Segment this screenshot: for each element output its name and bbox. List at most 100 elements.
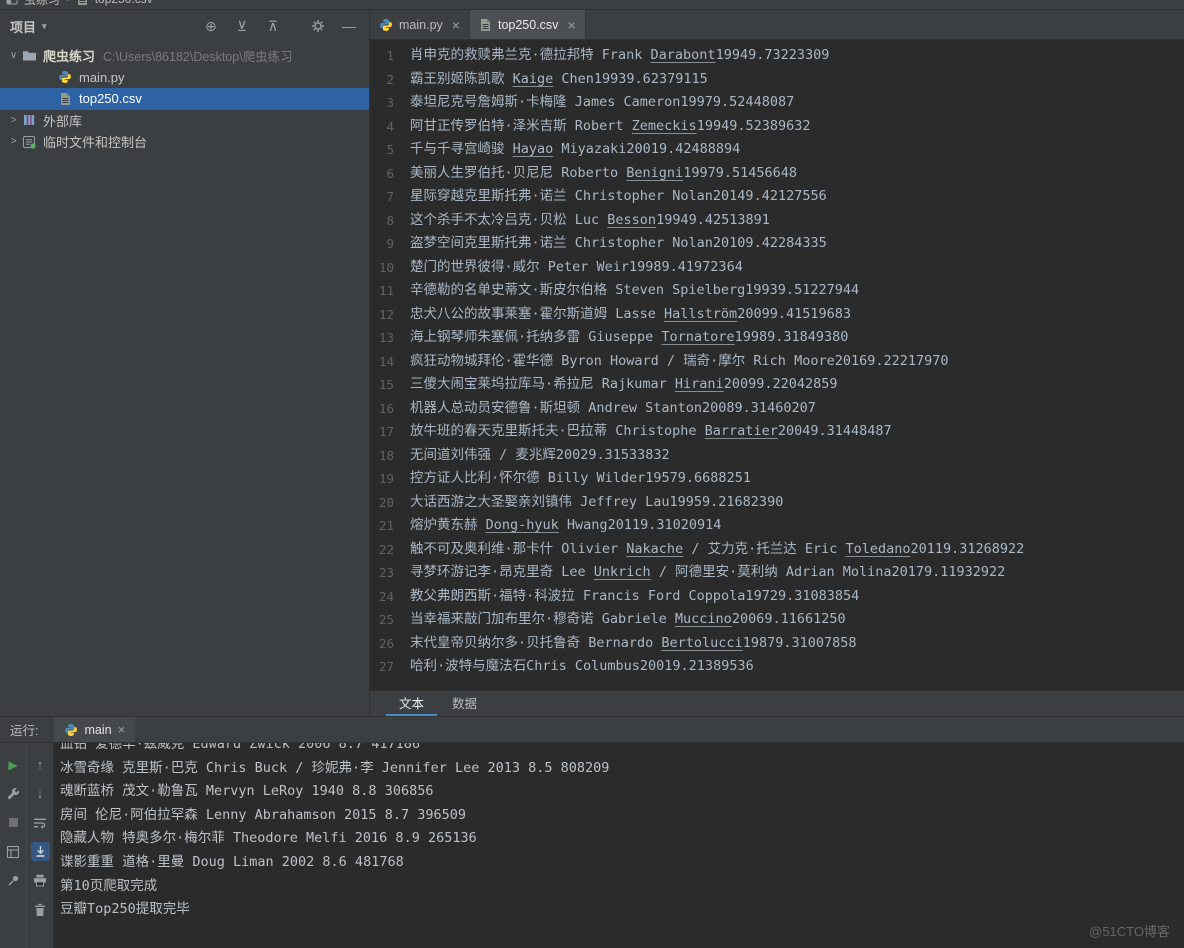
up-arrow-icon[interactable]: ↑ (31, 755, 50, 774)
stop-icon[interactable] (4, 813, 23, 832)
hide-icon[interactable]: — (341, 18, 357, 34)
editor-line[interactable]: 13 海上钢琴师朱塞佩·托纳多雷 Giuseppe Tornatore19989.… (370, 326, 1184, 350)
window-icon (6, 0, 18, 5)
editor[interactable]: 1 肖申克的救赎弗兰克·德拉邦特 Frank Darabont19949.7322… (370, 40, 1184, 690)
editor-line[interactable]: 3 泰坦尼克号詹姆斯·卡梅隆 James Cameron19979.5244808… (370, 91, 1184, 115)
tab-top250-csv[interactable]: top250.csv × (469, 10, 586, 39)
close-icon[interactable]: × (452, 17, 460, 33)
python-icon (379, 18, 393, 32)
line-text: 霸王别姬陈凯歌 Kaige Chen19939.62379115 (410, 70, 708, 87)
editor-line[interactable]: 8 这个杀手不太冷吕克·贝松 Luc Besson19949.42513891 (370, 209, 1184, 233)
line-text: 寻梦环游记李·昂克里奇 Lee Unkrich / 阿德里安·莫利纳 Adria… (410, 564, 1006, 580)
editor-line[interactable]: 18 无间道刘伟强 / 麦兆辉20029.31533832 (370, 444, 1184, 468)
editor-line[interactable]: 2 霸王别姬陈凯歌 Kaige Chen19939.62379115 (370, 68, 1184, 92)
chevron-right-icon: > (10, 114, 17, 126)
editor-line[interactable]: 15 三傻大闹宝莱坞拉库马·希拉尼 Rajkumar Hirani20099.22… (370, 373, 1184, 397)
line-text: 无间道刘伟强 / 麦兆辉20029.31533832 (410, 446, 670, 463)
line-text: 触不可及奥利维·那卡什 Olivier Nakache / 艾力克·托兰达 Er… (410, 540, 1025, 557)
line-text: 控方证人比利·怀尔德 Billy Wilder19579.6688251 (410, 470, 751, 486)
line-text: 楚门的世界彼得·威尔 Peter Weir19989.41972364 (410, 258, 743, 275)
settings-wrench-icon[interactable] (4, 784, 23, 803)
editor-line[interactable]: 23 寻梦环游记李·昂克里奇 Lee Unkrich / 阿德里安·莫利纳 Adr… (370, 561, 1184, 585)
editor-line[interactable]: 5 千与千寻宫崎骏 Hayao Miyazaki20019.42488894 (370, 138, 1184, 162)
line-number: 26 (378, 635, 394, 651)
tree-item-external-libraries[interactable]: > 外部库 (0, 110, 369, 132)
project-panel-toolbar: ⊕ ⊻ ⊼ — (203, 18, 357, 34)
tree-item-label: 爬虫练习 (43, 49, 96, 65)
project-panel-title[interactable]: 项目 ▾ (10, 17, 47, 36)
editor-line[interactable]: 12 忠犬八公的故事莱塞·霍尔斯道姆 Lasse Hallström20099.4… (370, 303, 1184, 327)
editor-line[interactable]: 27 哈利·波特与魔法石Chris Columbus20019.21389536 (370, 655, 1184, 679)
editor-line[interactable]: 25 当幸福来敲门加布里尔·穆奇诺 Gabriele Muccino20069.1… (370, 608, 1184, 632)
editor-line[interactable]: 1 肖申克的救赎弗兰克·德拉邦特 Frank Darabont19949.7322… (370, 44, 1184, 68)
run-console[interactable]: 血钻 爱德华·兹威克 Edward Zwick 2006 8.7 417186 冰… (54, 743, 1184, 948)
line-number: 25 (378, 612, 394, 627)
editor-line[interactable]: 11 辛德勒的名单史蒂文·斯皮尔伯格 Steven Spielberg19939.… (370, 279, 1184, 303)
clear-console-icon[interactable] (31, 900, 50, 919)
line-text: 千与千寻宫崎骏 Hayao Miyazaki20019.42488894 (410, 141, 741, 157)
rerun-icon[interactable]: ▶ (4, 755, 23, 774)
csv-icon (479, 18, 492, 32)
editor-line[interactable]: 19 控方证人比利·怀尔德 Billy Wilder19579.6688251 (370, 467, 1184, 491)
line-text: 哈利·波特与魔法石Chris Columbus20019.21389536 (410, 658, 754, 674)
editor-line[interactable]: 26 末代皇帝贝纳尔多·贝托鲁奇 Bernardo Bertolucci19879… (370, 632, 1184, 656)
breadcrumb-item-project[interactable]: 虫练习 (24, 0, 60, 8)
editor-line[interactable]: 9 盗梦空间克里斯托弗·诺兰 Christopher Nolan20109.422… (370, 232, 1184, 256)
breadcrumb-item-file[interactable]: top250.csv (95, 0, 153, 6)
console-line: 第10页爬取完成 (60, 877, 158, 894)
line-number: 16 (378, 400, 394, 416)
line-text: 当幸福来敲门加布里尔·穆奇诺 Gabriele Muccino20069.116… (410, 611, 846, 627)
tree-item-top250-csv[interactable]: top250.csv (0, 88, 369, 110)
tree-item-scratches[interactable]: > 临时文件和控制台 (0, 131, 369, 153)
close-icon[interactable]: × (118, 722, 126, 737)
print-icon[interactable] (31, 871, 50, 890)
line-number: 21 (378, 518, 394, 533)
locate-icon[interactable]: ⊕ (203, 18, 219, 34)
editor-line[interactable]: 16 机器人总动员安德鲁·斯坦顿 Andrew Stanton20089.3146… (370, 397, 1184, 421)
collapse-all-icon[interactable]: ⊼ (265, 18, 281, 34)
line-number: 9 (386, 236, 394, 251)
editor-line[interactable]: 21 熔炉黄东赫 Dong-hyuk Hwang20119.31020914 (370, 514, 1184, 538)
editor-line[interactable]: 20 大话西游之大圣娶亲刘镇伟 Jeffrey Lau19959.21682390 (370, 491, 1184, 515)
line-text: 肖申克的救赎弗兰克·德拉邦特 Frank Darabont19949.73223… (410, 47, 830, 63)
line-number: 6 (386, 165, 394, 181)
view-tab-text[interactable]: 文本 (386, 691, 438, 716)
project-title-label: 项目 (10, 19, 37, 35)
editor-area: main.py × top250.csv × 1 肖申克的救赎弗兰克·德拉邦特 Fran… (370, 10, 1184, 716)
down-arrow-icon[interactable]: ↓ (31, 784, 50, 803)
editor-line[interactable]: 7 星际穿越克里斯托弗·诺兰 Christopher Nolan20149.421… (370, 185, 1184, 209)
tree-item-label: top250.csv (79, 91, 142, 107)
settings-gear-icon[interactable] (310, 18, 326, 34)
editor-line[interactable]: 17 放牛班的春天克里斯托夫·巴拉蒂 Christophe Barratier20… (370, 420, 1184, 444)
line-text: 星际穿越克里斯托弗·诺兰 Christopher Nolan20149.4212… (410, 188, 827, 204)
editor-line[interactable]: 24 教父弗朗西斯·福特·科波拉 Francis Ford Coppola1972… (370, 585, 1184, 609)
editor-line[interactable]: 4 阿甘正传罗伯特·泽米吉斯 Robert Zemeckis19949.52389… (370, 115, 1184, 139)
chevron-down-icon: ∨ (9, 50, 18, 62)
expand-all-icon[interactable]: ⊻ (234, 18, 250, 34)
line-text: 三傻大闹宝莱坞拉库马·希拉尼 Rajkumar Hirani20099.2204… (410, 376, 838, 392)
line-number: 2 (386, 71, 394, 87)
editor-line[interactable]: 10 楚门的世界彼得·威尔 Peter Weir19989.41972364 (370, 256, 1184, 280)
run-label: 运行: (10, 724, 39, 738)
line-text: 盗梦空间克里斯托弗·诺兰 Christopher Nolan20109.4228… (410, 235, 827, 251)
project-panel: 项目 ▾ ⊕ ⊻ ⊼ — ∨ 爬虫练习 C:\Users\86182\Desktop\爬虫… (0, 10, 370, 716)
line-text: 疯狂动物城拜伦·霍华德 Byron Howard / 瑞奇·摩尔 Rich Mo… (410, 352, 949, 369)
pin-icon[interactable] (4, 871, 23, 890)
tree-item-main-py[interactable]: main.py (0, 67, 369, 89)
restore-layout-icon[interactable] (4, 842, 23, 861)
close-icon[interactable]: × (567, 17, 575, 33)
project-root-item[interactable]: ∨ 爬虫练习 C:\Users\86182\Desktop\爬虫练习 (0, 45, 369, 67)
line-number: 18 (378, 447, 394, 463)
editor-line[interactable]: 6 美丽人生罗伯托·贝尼尼 Roberto Benigni19979.514566… (370, 162, 1184, 186)
tab-main-py[interactable]: main.py × (370, 10, 470, 39)
soft-wrap-icon[interactable] (31, 813, 50, 832)
line-number: 8 (386, 212, 394, 228)
editor-line[interactable]: 22 触不可及奥利维·那卡什 Olivier Nakache / 艾力克·托兰达 … (370, 538, 1184, 562)
line-text: 末代皇帝贝纳尔多·贝托鲁奇 Bernardo Bertolucci19879.3… (410, 634, 857, 651)
run-tab-main[interactable]: main × (54, 717, 136, 742)
editor-line[interactable]: 14 疯狂动物城拜伦·霍华德 Byron Howard / 瑞奇·摩尔 Rich … (370, 350, 1184, 374)
line-text: 海上钢琴师朱塞佩·托纳多雷 Giuseppe Tornatore19989.31… (410, 329, 849, 345)
caret-down-icon: ▾ (42, 20, 47, 31)
scroll-to-end-icon[interactable] (30, 842, 50, 861)
view-tab-data[interactable]: 数据 (439, 691, 490, 716)
